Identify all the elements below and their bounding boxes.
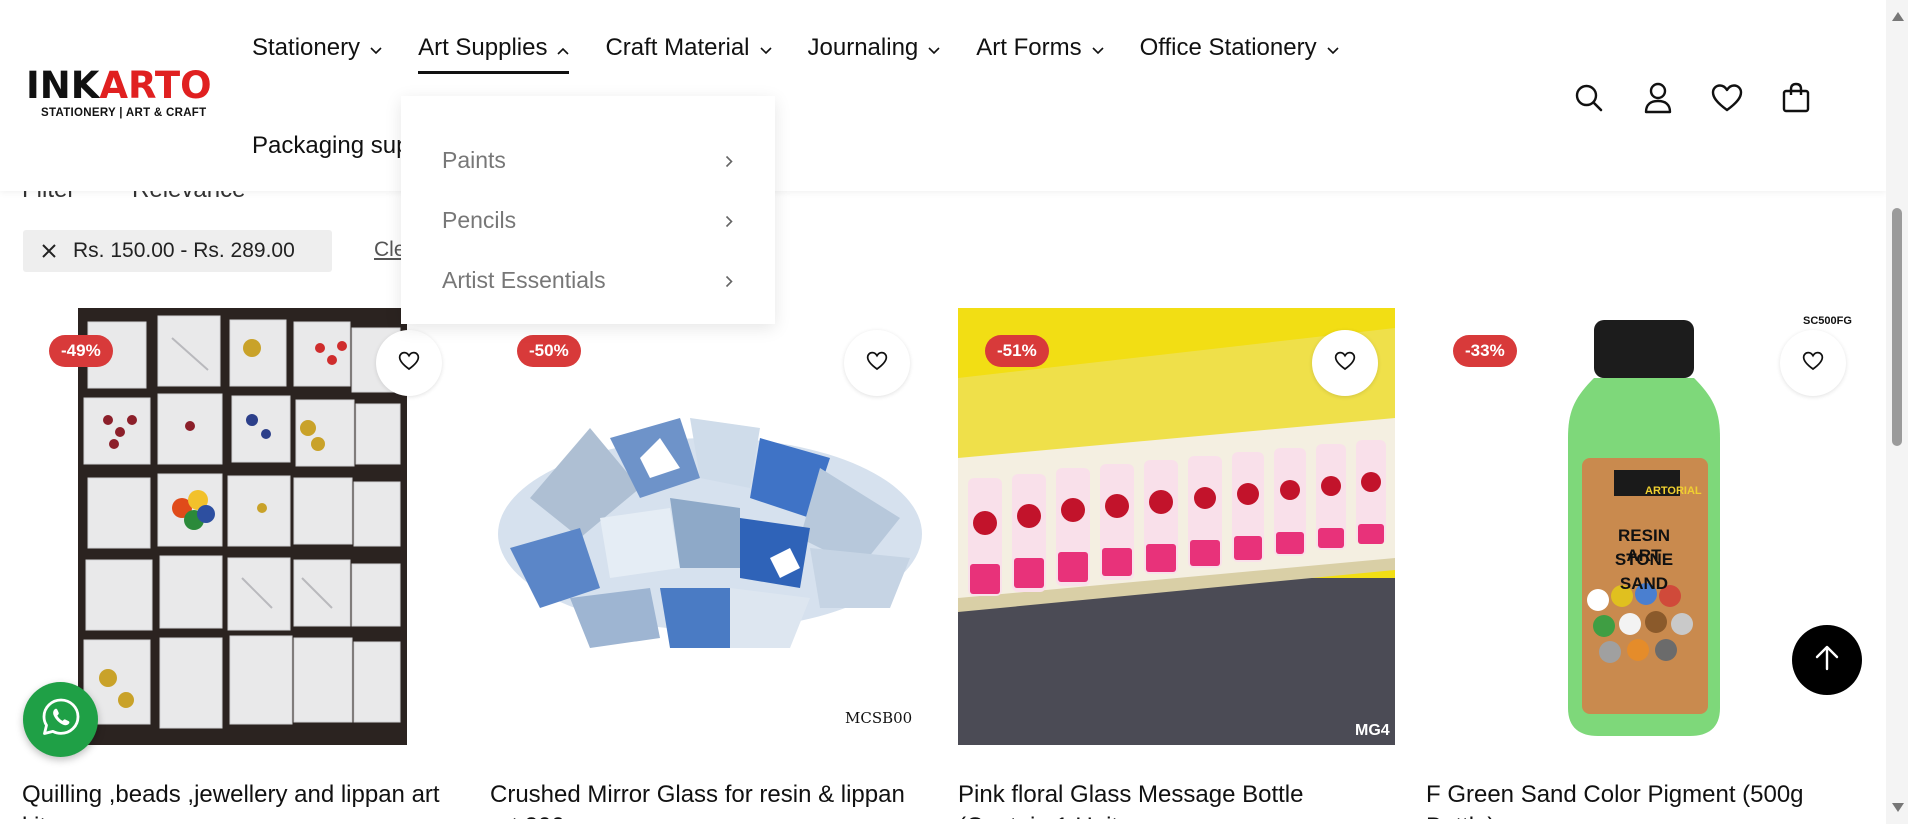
logo-wordmark: INKARTO	[26, 64, 212, 107]
nav-item-art-forms[interactable]: Art Forms	[976, 28, 1104, 68]
heart-icon	[1802, 351, 1824, 376]
product-pack-line: SAND	[1619, 574, 1669, 593]
nav-item-label: Art Supplies	[418, 34, 548, 61]
add-to-wishlist-button[interactable]	[844, 330, 910, 396]
page-scrollbar[interactable]	[1886, 0, 1908, 824]
chevron-down-icon	[370, 34, 382, 62]
chevron-right-icon	[725, 207, 733, 234]
chevron-down-icon	[1092, 34, 1104, 62]
scroll-down-arrow-icon[interactable]	[1892, 803, 1904, 812]
close-icon[interactable]	[41, 243, 57, 259]
nav-item-stationery[interactable]: Stationery	[252, 28, 382, 68]
add-to-wishlist-button[interactable]	[376, 330, 442, 396]
product-sku-label: MCSB00	[845, 709, 913, 727]
nav-item-label: Office Stationery	[1139, 34, 1317, 61]
discount-badge: -49%	[49, 335, 113, 367]
product-image[interactable]: -51% MG4	[958, 308, 1395, 745]
chevron-right-icon	[725, 267, 733, 294]
art-supplies-dropdown: Paints Pencils Artist Essentials	[401, 96, 775, 324]
dropdown-item-label: Paints	[442, 146, 506, 173]
product-pack-line: STONE	[1614, 550, 1674, 569]
product-title[interactable]: Quilling ,beads ,jewellery and lippan ar…	[22, 779, 459, 819]
discount-badge: -33%	[1453, 335, 1517, 367]
nav-item-journaling[interactable]: Journaling	[808, 28, 941, 68]
chevron-down-icon	[928, 34, 940, 62]
product-card[interactable]: ARTORIAL RESIN ART STONE SAND SC500FG -3…	[1426, 308, 1863, 819]
nav-item-art-supplies[interactable]: Art Supplies	[418, 28, 570, 74]
whatsapp-icon	[40, 696, 82, 743]
nav-item-label: Craft Material	[605, 34, 750, 61]
whatsapp-chat-button[interactable]	[23, 682, 98, 757]
nav-item-label: Art Forms	[976, 34, 1082, 61]
heart-icon	[1334, 351, 1356, 376]
filter-chip-label: Rs. 150.00 - Rs. 289.00	[73, 239, 295, 262]
nav-item-craft-material[interactable]: Craft Material	[605, 28, 772, 68]
chevron-right-icon	[725, 147, 733, 174]
discount-badge: -50%	[517, 335, 581, 367]
product-card[interactable]: -50% MCSB00 Crushed Mirror Glass for res…	[490, 308, 927, 819]
dropdown-item-artist-essentials[interactable]: Artist Essentials	[401, 250, 775, 310]
product-title[interactable]: Crushed Mirror Glass for resin & lippan …	[490, 779, 927, 819]
account-icon[interactable]	[1638, 78, 1678, 118]
dropdown-item-label: Artist Essentials	[442, 266, 606, 293]
add-to-wishlist-button[interactable]	[1780, 330, 1846, 396]
dropdown-item-paints[interactable]: Paints	[401, 130, 775, 190]
arrow-up-icon	[1813, 644, 1841, 677]
heart-icon	[866, 351, 888, 376]
scrollbar-thumb[interactable]	[1892, 208, 1902, 446]
cart-icon[interactable]	[1776, 78, 1816, 118]
nav-item-packaging[interactable]: Packaging sup	[252, 126, 409, 166]
chevron-up-icon	[557, 34, 570, 62]
heart-icon	[398, 351, 420, 376]
product-image[interactable]: -49%	[22, 308, 459, 745]
back-to-top-button[interactable]	[1792, 625, 1862, 695]
chevron-down-icon	[1327, 34, 1339, 62]
header-actions	[1540, 78, 1816, 118]
search-icon[interactable]	[1569, 78, 1609, 118]
chevron-down-icon	[759, 34, 772, 62]
dropdown-item-pencils[interactable]: Pencils	[401, 190, 775, 250]
nav-item-label: Journaling	[807, 34, 919, 61]
dropdown-item-label: Pencils	[442, 206, 517, 233]
product-image[interactable]: -50% MCSB00	[490, 308, 927, 745]
nav-item-office-stationery[interactable]: Office Stationery	[1140, 28, 1339, 68]
page: INKARTO STATIONERY | ART & CRAFT Station…	[0, 0, 1908, 824]
product-card[interactable]: -51% MG4 Pink floral Glass Message Bottl…	[958, 308, 1395, 819]
product-title[interactable]: Pink floral Glass Message Bottle (Contai…	[958, 779, 1395, 819]
product-sku-label: MG4	[1355, 722, 1390, 739]
logo-tagline: STATIONERY | ART & CRAFT	[41, 107, 207, 119]
main-nav: Stationery Art Supplies Craft Material J…	[252, 28, 1375, 74]
wishlist-icon[interactable]	[1707, 78, 1747, 118]
nav-item-label: Packaging sup	[252, 132, 410, 159]
product-title[interactable]: F Green Sand Color Pigment (500g Bottle)	[1426, 779, 1863, 819]
site-header: INKARTO STATIONERY | ART & CRAFT Station…	[0, 0, 1886, 191]
logo[interactable]: INKARTO STATIONERY | ART & CRAFT	[26, 64, 212, 122]
active-filter-chip[interactable]: Rs. 150.00 - Rs. 289.00	[23, 230, 332, 272]
product-brand-label: ARTORIAL	[1645, 485, 1702, 497]
add-to-wishlist-button[interactable]	[1312, 330, 1378, 396]
discount-badge: -51%	[985, 335, 1049, 367]
scroll-up-arrow-icon[interactable]	[1892, 12, 1904, 21]
nav-item-label: Stationery	[252, 34, 361, 61]
product-sku-label: SC500FG	[1803, 315, 1852, 327]
